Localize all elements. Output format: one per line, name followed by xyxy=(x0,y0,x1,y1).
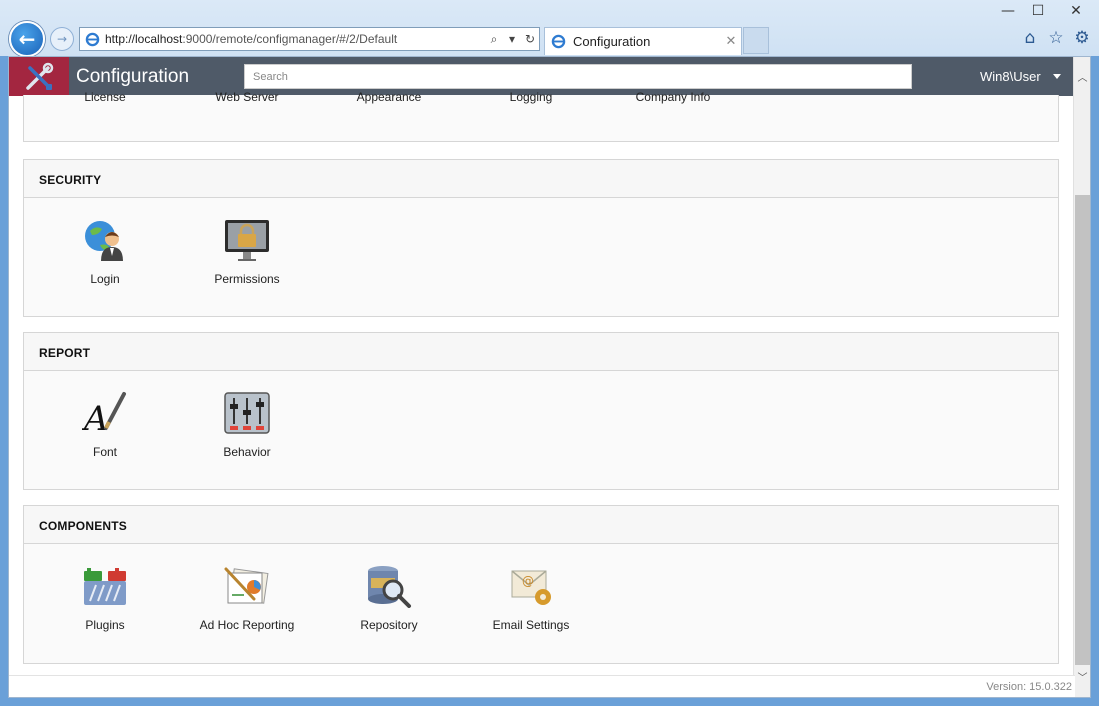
tile-label: Company Info xyxy=(635,90,711,104)
forward-arrow-icon: → xyxy=(56,32,68,46)
font-icon: A xyxy=(81,389,129,437)
section-body: Plugins Ad Hoc Reporting Repository @ Em… xyxy=(24,544,1058,662)
svg-text:A: A xyxy=(82,399,109,436)
dropdown-arrow-icon[interactable]: ▾ xyxy=(503,32,521,46)
permissions-icon xyxy=(223,216,271,264)
minimize-button[interactable]: — xyxy=(993,0,1023,22)
section-title: REPORT xyxy=(24,333,1058,371)
tools-icon xyxy=(26,62,54,90)
tile-label: License xyxy=(84,90,126,104)
tile-web-server[interactable]: Web Server xyxy=(187,90,307,104)
section-body: Login Permissions xyxy=(24,198,1058,316)
tile-behavior[interactable]: Behavior xyxy=(187,389,307,459)
close-window-button[interactable]: ✕ xyxy=(1053,0,1099,22)
email-settings-icon: @ xyxy=(507,562,555,610)
back-button[interactable]: ← xyxy=(9,21,45,57)
forward-button[interactable]: → xyxy=(50,27,74,51)
home-icon[interactable]: ⌂ xyxy=(1021,28,1039,48)
browser-tools: ⌂ ☆ ⚙ xyxy=(1021,28,1091,48)
scroll-up-icon[interactable]: ︿ xyxy=(1074,67,1090,85)
tile-font[interactable]: A Font xyxy=(45,389,165,459)
vertical-scrollbar[interactable]: ︿ ﹀ xyxy=(1073,57,1090,697)
tile-license[interactable]: License xyxy=(45,90,165,104)
tile-repository[interactable]: Repository xyxy=(329,562,449,632)
tile-label: Permissions xyxy=(214,272,280,286)
svg-text:@: @ xyxy=(522,574,534,588)
browser-tab[interactable]: Configuration ✕ xyxy=(544,27,742,55)
login-icon xyxy=(81,216,129,264)
search-input[interactable]: Search xyxy=(244,64,912,89)
address-bar[interactable]: http://localhost:9000/remote/configmanag… xyxy=(79,27,540,51)
tile-company-info[interactable]: Company Info xyxy=(613,90,733,104)
user-menu[interactable]: Win8\User xyxy=(980,69,1061,84)
tile-label: Login xyxy=(90,272,120,286)
browser-chrome: — ☐ ✕ ← → http://localhost:9000/remote/c… xyxy=(0,0,1099,57)
main-content: License Web Server Appearance Logging Co… xyxy=(9,90,1075,697)
report-section: REPORT A Font Behavior xyxy=(23,332,1059,490)
components-section: COMPONENTS Plugins Ad Hoc Reporting Repo… xyxy=(23,505,1059,664)
refresh-icon[interactable]: ↻ xyxy=(521,32,539,46)
security-section: SECURITY Login Permissions xyxy=(23,159,1059,317)
tile-email-settings[interactable]: @ Email Settings xyxy=(471,562,591,632)
tile-label: Web Server xyxy=(215,90,279,104)
tile-label: Ad Hoc Reporting xyxy=(199,618,295,632)
window-controls: — ☐ ✕ xyxy=(993,0,1099,22)
adhoc-reporting-icon xyxy=(223,562,271,610)
tile-label: Behavior xyxy=(223,445,271,459)
tile-adhoc-reporting[interactable]: Ad Hoc Reporting xyxy=(187,562,307,632)
tile-label: Plugins xyxy=(85,618,125,632)
tile-label: Logging xyxy=(509,90,553,104)
footer: Version: 15.0.322 xyxy=(9,675,1075,697)
tile-label: Font xyxy=(92,445,117,459)
tile-plugins[interactable]: Plugins xyxy=(45,562,165,632)
version-text: Version: 15.0.322 xyxy=(986,681,1072,693)
tile-label: Appearance xyxy=(356,90,422,104)
scrollbar-thumb[interactable] xyxy=(1075,195,1090,665)
section-title: COMPONENTS xyxy=(24,506,1058,544)
repository-icon xyxy=(365,562,413,610)
back-arrow-icon: ← xyxy=(18,27,36,51)
ie-logo-icon xyxy=(551,34,567,50)
search-dropdown-icon[interactable]: ⌕ xyxy=(485,32,503,47)
close-tab-icon[interactable]: ✕ xyxy=(721,34,741,49)
user-name: Win8\User xyxy=(980,69,1041,84)
gear-icon[interactable]: ⚙ xyxy=(1073,28,1091,48)
new-tab-button[interactable] xyxy=(743,27,769,54)
tab-title: Configuration xyxy=(573,34,651,49)
maximize-button[interactable]: ☐ xyxy=(1023,0,1053,22)
page-title: Configuration xyxy=(76,65,190,87)
tile-appearance[interactable]: Appearance xyxy=(329,90,449,104)
section-title: SECURITY xyxy=(24,160,1058,198)
tile-label: Repository xyxy=(360,618,418,632)
general-section: License Web Server Appearance Logging Co… xyxy=(23,90,1059,142)
tile-permissions[interactable]: Permissions xyxy=(187,216,307,286)
url-text[interactable]: http://localhost:9000/remote/configmanag… xyxy=(105,32,485,46)
tile-login[interactable]: Login xyxy=(45,216,165,286)
section-body: A Font Behavior xyxy=(24,371,1058,489)
plugins-icon xyxy=(81,562,129,610)
scroll-down-icon[interactable]: ﹀ xyxy=(1074,667,1090,685)
page-viewport: Configuration Search Win8\User License W… xyxy=(8,56,1091,698)
chevron-down-icon xyxy=(1052,74,1061,79)
behavior-icon xyxy=(223,389,271,437)
tile-label: Email Settings xyxy=(492,618,570,632)
favorites-star-icon[interactable]: ☆ xyxy=(1047,28,1065,48)
tile-logging[interactable]: Logging xyxy=(471,90,591,104)
ie-logo-icon xyxy=(84,31,100,47)
